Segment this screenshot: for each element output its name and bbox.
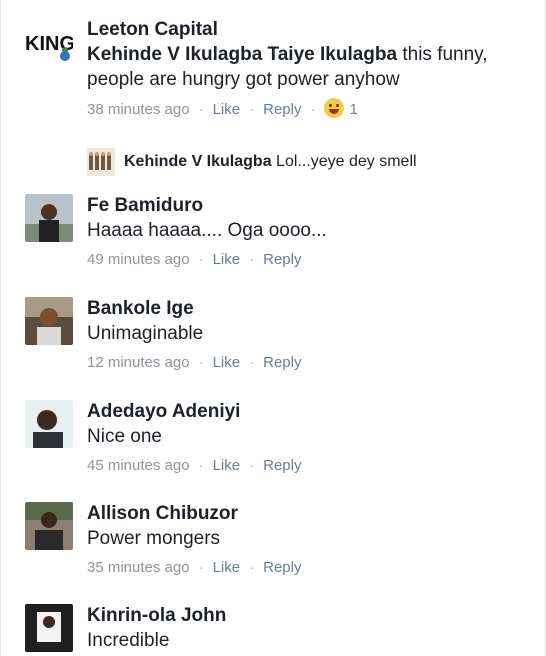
separator: · [249,101,255,118]
reaction-count[interactable]: 1 [349,101,357,118]
like-button[interactable]: Like [213,101,241,118]
reply-button[interactable]: Reply [263,559,301,576]
laughing-emoji-icon[interactable] [324,98,345,118]
commenter-name[interactable]: Adedayo Adeniyi [87,400,531,424]
timestamp[interactable]: 12 minutes ago [87,354,190,371]
reply-author[interactable]: Kehinde V Ikulagba [124,153,272,170]
timestamp[interactable]: 35 minutes ago [87,559,190,576]
separator: · [249,457,255,474]
comment-meta: 35 minutes ago · Like · Reply [87,557,531,579]
commenter-name[interactable]: Bankole Ige [87,297,531,321]
comment-text: Haaaa haaaa.... Oga oooo... [87,220,327,241]
comment-meta: 45 minutes ago · Like · Reply [87,455,531,477]
timestamp[interactable]: 38 minutes ago [87,101,190,118]
separator: · [198,559,204,576]
comment-text: Incredible [87,630,170,651]
separator: · [249,251,255,268]
like-button[interactable]: Like [213,354,241,371]
commenter-name[interactable]: Kinrin-ola John [87,604,531,628]
comment-text: Nice one [87,426,162,447]
timestamp[interactable]: 45 minutes ago [87,457,190,474]
commenter-name[interactable]: Fe Bamiduro [87,194,531,218]
comment-text: Power mongers [87,528,221,549]
reply-button[interactable]: Reply [263,457,301,474]
reply-preview[interactable]: Kehinde V Ikulagba Lol...yeye dey smell [87,148,527,176]
avatar[interactable] [25,194,73,242]
separator: · [249,354,255,371]
avatar[interactable] [25,604,73,652]
separator: · [249,559,255,576]
reply-avatar[interactable] [87,148,115,176]
comment-thread: KING Leeton Capital Kehinde V Ikulagba T… [0,0,546,656]
comment-text: Kehinde V Ikulagba Taiye Ikulagba this f… [87,42,531,92]
avatar[interactable] [25,400,73,448]
commenter-name[interactable]: Leeton Capital [87,18,531,42]
like-button[interactable]: Like [213,559,241,576]
reply-button[interactable]: Reply [263,251,301,268]
avatar[interactable] [25,502,73,550]
reply-body: Lol...yeye dey smell [271,153,417,170]
avatar-king-logo[interactable]: KING [25,20,73,68]
reply-button[interactable]: Reply [263,354,301,371]
like-button[interactable]: Like [213,457,241,474]
comment-meta: 12 minutes ago · Like · Reply [87,352,531,374]
separator: · [198,251,204,268]
separator: · [198,354,204,371]
tagged-users[interactable]: Kehinde V Ikulagba Taiye Ikulagba [87,44,397,65]
avatar[interactable] [25,297,73,345]
separator: · [198,101,204,118]
reply-text: Kehinde V Ikulagba Lol...yeye dey smell [124,152,417,172]
separator: · [310,101,316,118]
separator: · [198,457,204,474]
reply-button[interactable]: Reply [263,101,301,118]
timestamp[interactable]: 49 minutes ago [87,251,190,268]
comment-meta: 38 minutes ago · Like · Reply · 1 [87,98,531,121]
like-button[interactable]: Like [213,251,241,268]
commenter-name[interactable]: Allison Chibuzor [87,502,531,526]
comment-text: Unimaginable [87,323,204,344]
comment-meta: 49 minutes ago · Like · Reply [87,249,531,271]
